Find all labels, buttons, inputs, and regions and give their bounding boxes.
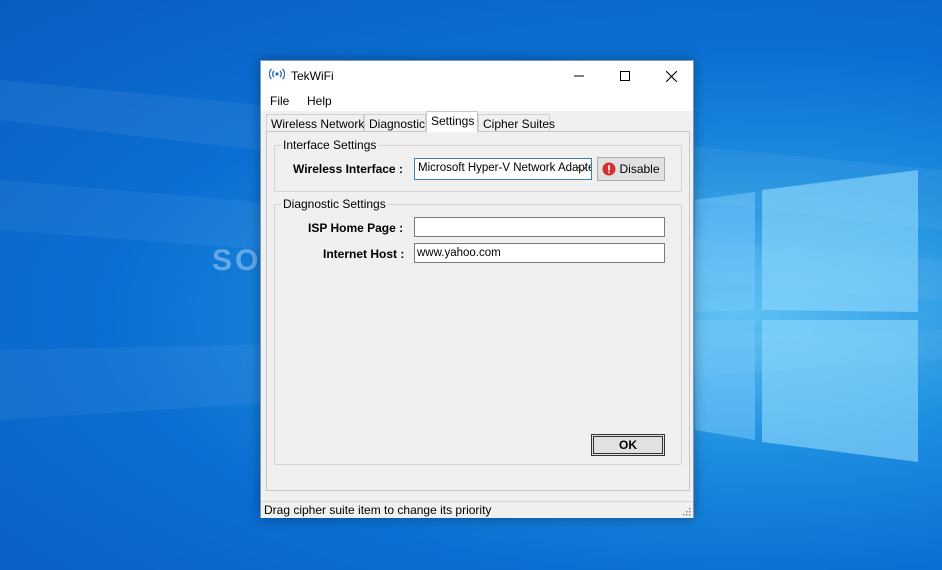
diagnostic-settings-group: Diagnostic Settings xyxy=(274,197,682,465)
maximize-icon xyxy=(620,71,630,81)
window-title: TekWiFi xyxy=(291,69,334,83)
maximize-button[interactable] xyxy=(602,61,648,91)
ok-button[interactable]: OK xyxy=(591,434,665,456)
title-bar: TekWiFi xyxy=(261,61,693,91)
windows-logo xyxy=(695,170,918,462)
wireless-interface-value: Microsoft Hyper-V Network Adapter xyxy=(418,162,592,174)
internet-host-label: Internet Host : xyxy=(323,247,405,261)
isp-home-page-input[interactable] xyxy=(414,217,665,237)
settings-panel: Interface Settings Wireless Interface : … xyxy=(266,131,690,491)
error-stop-icon xyxy=(602,162,616,176)
tab-cipher-suites[interactable]: Cipher Suites xyxy=(478,114,555,132)
close-icon xyxy=(665,70,677,82)
status-text: Drag cipher suite item to change its pri… xyxy=(264,503,492,517)
diagnostic-settings-legend: Diagnostic Settings xyxy=(283,197,386,211)
isp-home-page-label: ISP Home Page : xyxy=(308,221,404,235)
wireless-interface-label: Wireless Interface : xyxy=(293,162,403,176)
chevron-down-icon xyxy=(577,166,587,172)
wifi-signal-icon xyxy=(269,68,285,80)
menu-bar: File Help xyxy=(261,91,693,111)
interface-settings-legend: Interface Settings xyxy=(283,138,377,152)
resize-grip-icon[interactable] xyxy=(681,506,691,516)
menu-help[interactable]: Help xyxy=(307,94,332,108)
minimize-button[interactable] xyxy=(556,61,602,91)
minimize-icon xyxy=(574,75,584,77)
tekwifi-window: TekWiFi File Help Wireless Networks Diag… xyxy=(260,60,694,518)
tab-diagnostic[interactable]: Diagnostic xyxy=(364,114,426,132)
close-button[interactable] xyxy=(648,61,694,91)
tab-settings[interactable]: Settings xyxy=(426,111,478,132)
tab-wireless-networks[interactable]: Wireless Networks xyxy=(266,114,370,132)
disable-button[interactable]: Disable xyxy=(597,157,665,181)
menu-file[interactable]: File xyxy=(270,94,289,108)
status-bar: Drag cipher suite item to change its pri… xyxy=(261,501,693,518)
disable-label: Disable xyxy=(619,162,660,176)
wireless-interface-select[interactable]: Microsoft Hyper-V Network Adapter xyxy=(414,158,592,180)
internet-host-input[interactable]: www.yahoo.com xyxy=(414,243,665,263)
